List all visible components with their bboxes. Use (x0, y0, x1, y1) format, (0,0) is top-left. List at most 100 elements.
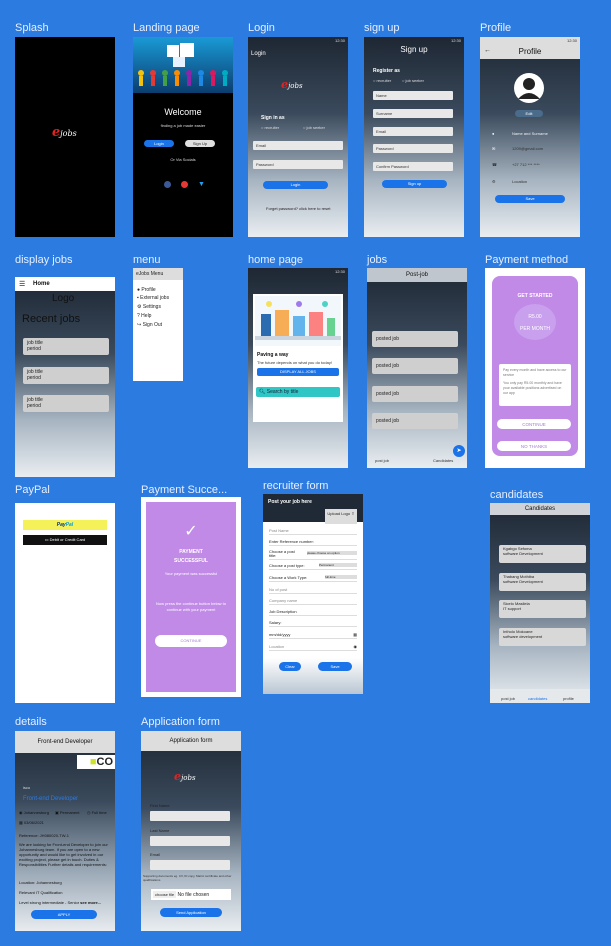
phone-icon: ☎ (492, 162, 497, 167)
label-home: home page (248, 254, 304, 266)
salary-field[interactable]: Salary: (269, 618, 357, 627)
paypal-button[interactable]: PayPal (23, 520, 107, 530)
menu-item-sign-out[interactable]: ↪ Sign Out (137, 322, 162, 328)
signup-email-field[interactable]: Email (373, 127, 453, 136)
nav-profile[interactable]: profile (563, 696, 574, 701)
upload-logo-button[interactable]: Upload Logo ⇪ (325, 509, 357, 524)
choose-file-button[interactable]: choose file (153, 891, 177, 898)
no-of-post-field[interactable]: No of post (269, 585, 357, 594)
twitter-icon[interactable]: ▼ (198, 181, 205, 188)
post-name-field[interactable]: Post Name (269, 526, 357, 535)
no-thanks-button[interactable]: NO THANKS (496, 440, 572, 452)
post-title-select[interactable]: please choose an option (307, 551, 357, 555)
details-reference: Reference: JH080020-TW-1 (19, 833, 69, 838)
facebook-icon[interactable] (164, 181, 171, 188)
debit-credit-card-button[interactable]: ▭ Debit or Credit Card (23, 535, 107, 545)
candidate-item[interactable]: Sicelo Masilela IT support (499, 600, 586, 618)
send-fab-icon[interactable]: ➤ (453, 445, 465, 457)
google-icon[interactable] (181, 181, 188, 188)
landing-signup-button[interactable]: Sign Up (185, 140, 215, 147)
first-name-label: First Name (150, 803, 170, 808)
location-field[interactable]: Location ◉ (269, 642, 357, 651)
nav-candidates[interactable]: Candidates (433, 458, 453, 463)
login-title: Login (251, 51, 266, 57)
posted-job-item[interactable]: posted job (372, 386, 458, 402)
first-name-field[interactable] (150, 811, 230, 821)
candidate-item[interactable]: Intholo Mokoane software development (499, 628, 586, 646)
success-continue-button[interactable]: CONTINUE (155, 635, 227, 647)
candidate-item[interactable]: Kgabgo Sefoma software Development (499, 545, 586, 563)
signup-radio-recruiter[interactable]: ○ recruiter (373, 78, 391, 83)
posted-job-item[interactable]: posted job (372, 358, 458, 374)
paypal-screen: PayPal ▭ Debit or Credit Card (15, 503, 115, 703)
menu-item-external-jobs[interactable]: ▪ External jobs (137, 295, 169, 301)
supporting-documents-note: Supporting documents eg. CV, ID copy, Ma… (143, 874, 232, 882)
see-more-link[interactable]: see more... (80, 900, 101, 905)
details-screen: Front-end Developer ■CO isco Front-end D… (15, 731, 115, 931)
landing-login-button[interactable]: Login (144, 140, 174, 147)
price-circle (514, 304, 556, 340)
calendar-icon[interactable]: ▦ (353, 632, 357, 637)
apply-button[interactable]: APPLY (31, 910, 97, 919)
nav-post-job[interactable]: post job (501, 696, 515, 701)
nav-post-job[interactable]: post job (375, 458, 389, 463)
payment-continue-button[interactable]: CONTINUE (496, 418, 572, 430)
menu-item-help[interactable]: ? Help (137, 313, 151, 319)
signup-radio-job-seeker[interactable]: ○ job seeker (402, 78, 424, 83)
candidate-item[interactable]: Thabang Mothiba software Development (499, 573, 586, 591)
login-email-field[interactable]: Email (253, 141, 343, 150)
location-pin-icon[interactable]: ◉ (354, 644, 358, 649)
search-icon: 🔍︎ (259, 389, 266, 395)
profile-save-button[interactable]: Save (495, 195, 565, 203)
nav-candidates[interactable]: candidates (528, 696, 547, 701)
person-icon: ● (492, 131, 495, 136)
signup-confirm-password-field[interactable]: Confirm Password (373, 162, 453, 171)
signup-name-field[interactable]: Name (373, 91, 453, 100)
job-list-item[interactable]: job title period (23, 395, 109, 412)
check-icon: ✓ (184, 523, 198, 540)
date-field[interactable]: mm/dd/yyyy ▦ (269, 630, 357, 639)
application-form-screen: Application form ejobs First Name Last N… (141, 731, 241, 931)
reference-field[interactable]: Enter Reference number: (269, 537, 357, 546)
work-type-select[interactable]: full-time (325, 575, 357, 579)
hamburger-menu-icon[interactable]: ☰ (19, 280, 25, 288)
home-heading: Paving a way (257, 352, 289, 358)
post-type-select[interactable]: Permanent (319, 563, 357, 567)
radio-job-seeker[interactable]: ○ job seeker (303, 125, 325, 130)
job-list-item[interactable]: job title period (23, 367, 109, 384)
company-name-field[interactable]: Company name (269, 596, 357, 605)
signup-surname-field[interactable]: Surname (373, 109, 453, 118)
reset-link[interactable]: click here to reset (299, 206, 330, 211)
mail-icon: ✉ (492, 146, 496, 151)
email-field[interactable] (150, 860, 230, 870)
job-list-item[interactable]: job title period (23, 338, 109, 355)
edit-profile-button[interactable]: Edit (515, 110, 543, 117)
job-description-field[interactable]: Job Description (269, 607, 357, 616)
login-logo: ejobs (281, 77, 303, 91)
menu-item-profile[interactable]: ● Profile (137, 287, 156, 293)
signup-button[interactable]: Sign up (382, 180, 447, 188)
splash-logo: ejobs (52, 125, 77, 140)
clear-button[interactable]: Clear (279, 662, 301, 671)
radio-recruiter[interactable]: ○ recruiter (261, 125, 279, 130)
login-password-field[interactable]: Password (253, 160, 343, 169)
landing-or-via: Or Via Socials (170, 157, 196, 162)
candidates-screen: Candidates Kgabgo Sefoma software Develo… (490, 503, 590, 703)
last-name-field[interactable] (150, 836, 230, 846)
posted-job-item[interactable]: posted job (372, 413, 458, 429)
file-upload[interactable]: choose file No file chosen (151, 889, 231, 900)
signup-password-field[interactable]: Password (373, 144, 453, 153)
search-input[interactable]: 🔍︎ Search by title (256, 387, 340, 397)
menu-item-settings[interactable]: ⚙ Settings (137, 304, 161, 310)
work-type-row: Choose a Work Type: full-time (269, 573, 357, 582)
menu-screen: eJobs Menu ● Profile ▪ External jobs ⚙ S… (133, 268, 183, 381)
profile-email-value: 1209@gmail.com (512, 146, 544, 151)
profile-screen: 12:30 ← Profile Edit ● Name and Surname … (480, 37, 580, 237)
login-button[interactable]: Login (263, 181, 328, 189)
recruiter-save-button[interactable]: Save (318, 662, 352, 671)
details-type: ▣ Permanent (55, 810, 80, 815)
display-all-jobs-button[interactable]: DISPLAY ALL JOBS (257, 368, 339, 376)
posted-job-item[interactable]: posted job (372, 331, 458, 347)
label-candidates: candidates (490, 489, 544, 501)
send-application-button[interactable]: Send Application (160, 908, 222, 917)
